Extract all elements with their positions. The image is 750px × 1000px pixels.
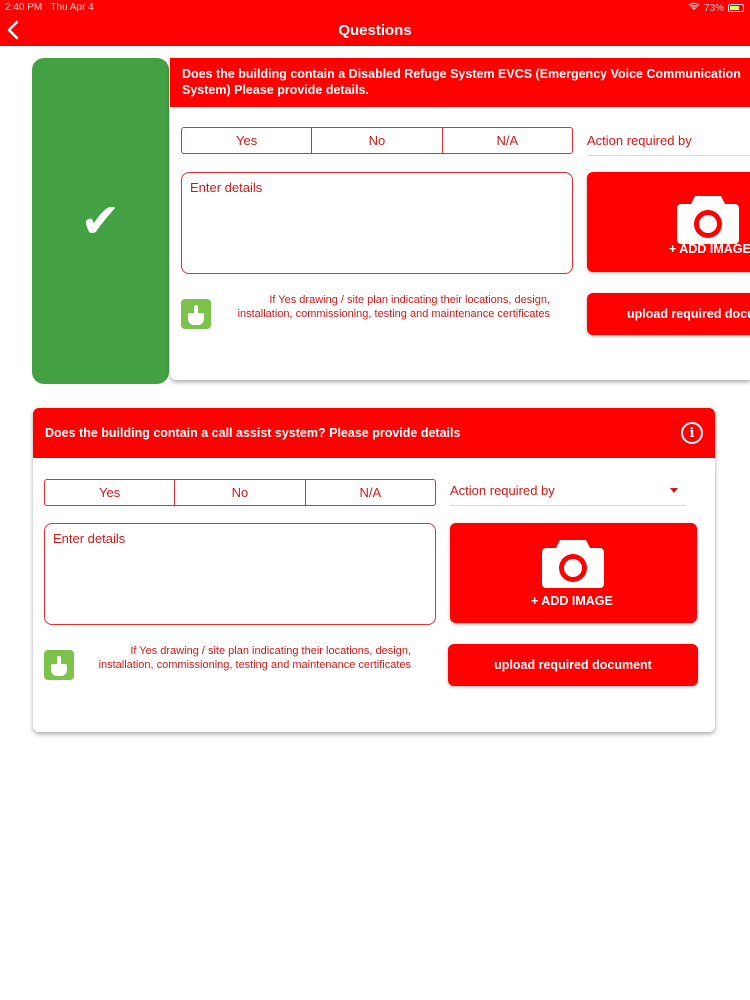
chevron-down-icon [670, 488, 678, 493]
action-required-select[interactable]: Action required by [450, 476, 686, 506]
camera-icon [542, 540, 604, 588]
question-card-1: Does the building contain a Disabled Ref… [170, 58, 750, 380]
hint-text: If Yes drawing / site plan indicating th… [237, 294, 550, 320]
add-image-button[interactable]: + ADD IMAGE [450, 523, 697, 623]
details-placeholder: Enter details [190, 180, 263, 195]
answer-na[interactable]: N/A [306, 480, 435, 505]
upload-document-button[interactable]: upload required document [587, 293, 750, 335]
upload-document-button[interactable]: upload required document [448, 644, 698, 686]
wifi-icon [688, 2, 700, 14]
question-text: Does the building contain a Disabled Ref… [170, 58, 750, 107]
add-image-label: + ADD IMAGE [531, 594, 613, 608]
action-required-label: Action required by [587, 133, 692, 148]
answer-na[interactable]: N/A [443, 128, 572, 153]
status-date: Thu Apr 4 [50, 2, 94, 13]
answer-segmented-control: Yes No N/A [181, 127, 573, 154]
status-indicators: 73% [688, 2, 744, 14]
hand-pointer-icon [51, 656, 67, 676]
question-text: Does the building contain a call assist … [45, 426, 461, 440]
battery-percent: 73% [703, 2, 724, 14]
action-required-select[interactable]: Action required by [587, 126, 750, 156]
answer-yes[interactable]: Yes [45, 480, 176, 505]
answer-segmented-control: Yes No N/A [44, 479, 436, 506]
page-title: Questions [338, 22, 412, 39]
completed-swipe-action[interactable]: ✔ [32, 58, 169, 384]
check-icon: ✔ [80, 195, 121, 248]
status-clock: 2:40 PM [5, 2, 43, 13]
answer-yes[interactable]: Yes [182, 128, 313, 153]
question-card-2: Does the building contain a call assist … [33, 408, 715, 732]
answer-no[interactable]: No [312, 128, 443, 153]
battery-icon [728, 4, 744, 12]
question-header: Does the building contain a call assist … [33, 408, 715, 458]
hand-pointer-icon [188, 305, 204, 325]
add-image-button[interactable]: + ADD IMAGE [587, 172, 750, 272]
status-time: 2:40 PM Thu Apr 4 [5, 2, 94, 13]
hint-text: If Yes drawing / site plan indicating th… [98, 645, 411, 671]
answer-no[interactable]: No [175, 480, 306, 505]
hint-button[interactable] [44, 650, 74, 680]
navigation-bar: 2:40 PM Thu Apr 4 73% Questions [0, 0, 750, 46]
add-image-label: + ADD IMAGE [669, 242, 750, 256]
info-icon[interactable]: i [681, 422, 703, 444]
details-placeholder: Enter details [53, 531, 126, 546]
details-input[interactable]: Enter details [181, 172, 573, 274]
hint-button[interactable] [181, 299, 211, 329]
action-required-label: Action required by [450, 483, 555, 498]
camera-icon [677, 196, 739, 244]
details-input[interactable]: Enter details [44, 523, 436, 625]
